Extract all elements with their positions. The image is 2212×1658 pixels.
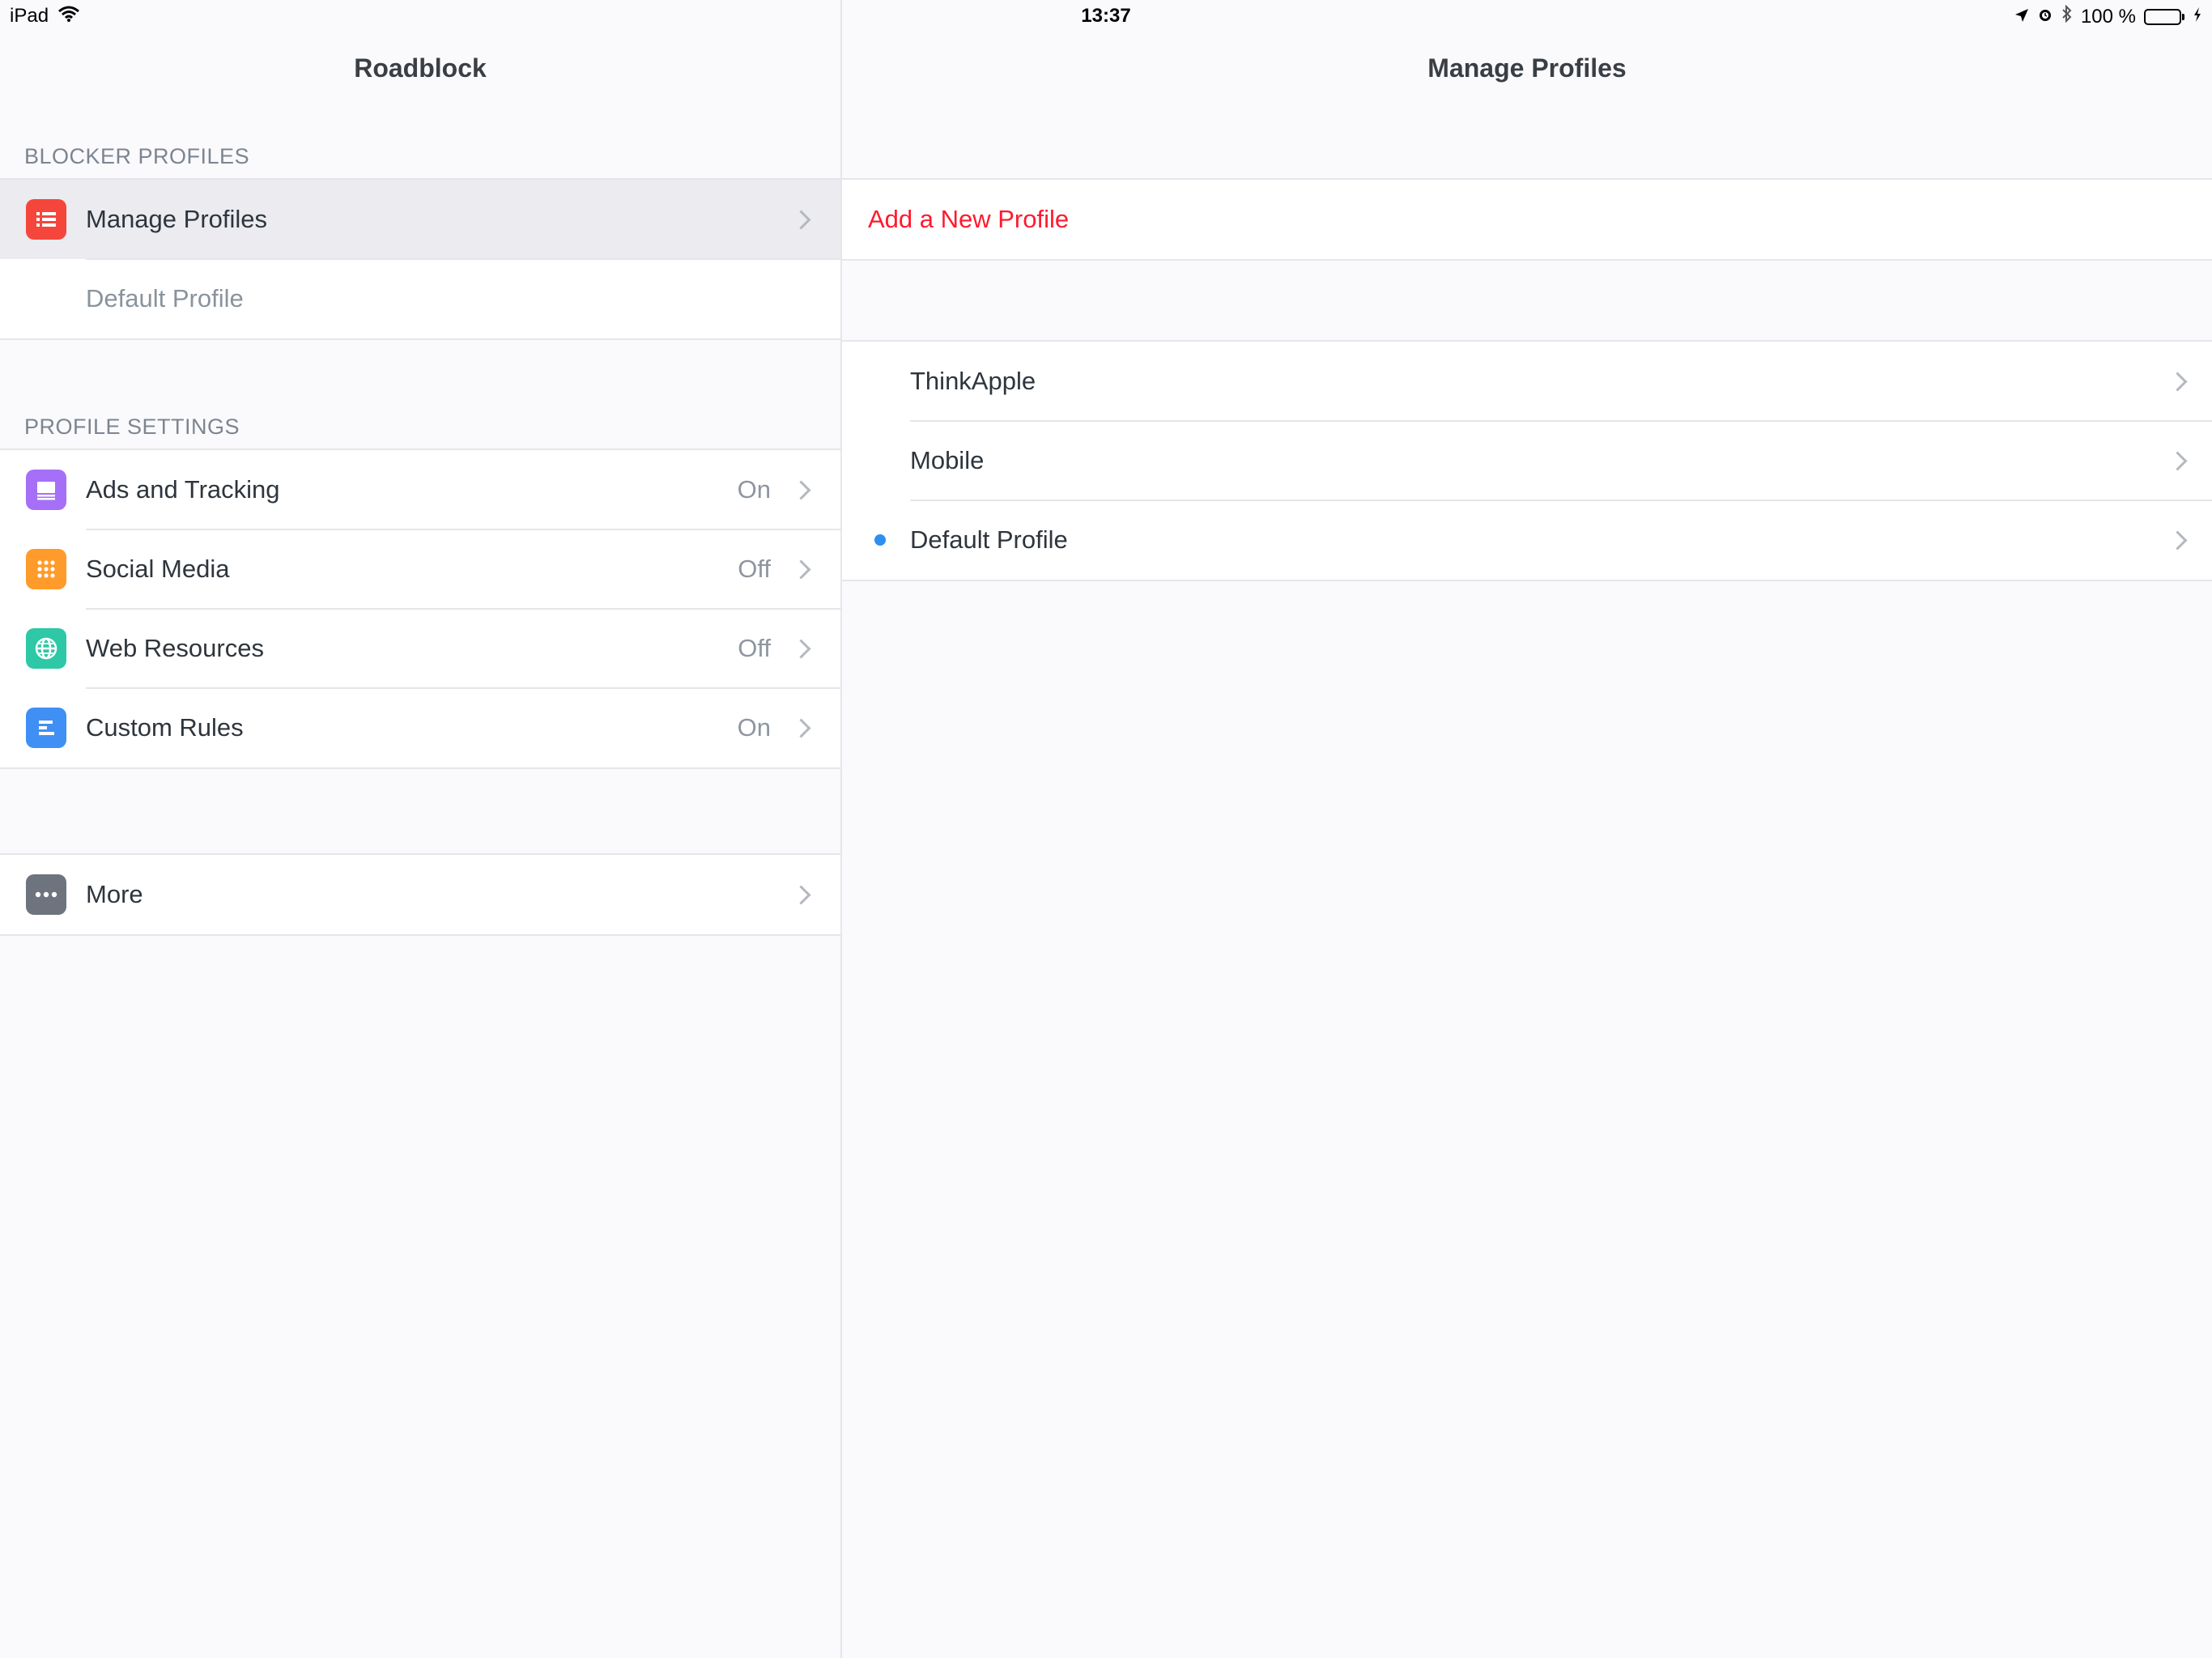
grid-icon	[26, 549, 66, 589]
chevron-right-icon	[791, 884, 811, 905]
ads-and-tracking-row[interactable]: Ads and Tracking On	[0, 450, 840, 529]
ads-icon	[26, 470, 66, 510]
detail-pane: Manage Profiles Add a New Profile ThinkA…	[842, 0, 2212, 1658]
detail-title: Manage Profiles	[1427, 53, 1627, 83]
profiles-list: ThinkApple Mobile Default Profile	[842, 340, 2212, 581]
blocker-profiles-group: Manage Profiles Default Profile	[0, 178, 840, 340]
list-icon	[26, 199, 66, 240]
profile-settings-group: Ads and Tracking On Social Media Off Web…	[0, 449, 840, 769]
ads-and-tracking-label: Ads and Tracking	[86, 475, 280, 504]
battery-percent: 100 %	[2080, 5, 2136, 28]
add-new-profile-row[interactable]: Add a New Profile	[842, 180, 2212, 259]
custom-rules-row[interactable]: Custom Rules On	[0, 687, 840, 767]
profile-row-mobile[interactable]: Mobile	[842, 420, 2212, 500]
web-resources-row[interactable]: Web Resources Off	[0, 608, 840, 688]
custom-rules-value: On	[737, 713, 771, 742]
detail-nav-bar: Manage Profiles	[842, 32, 2212, 104]
alarm-icon	[2037, 6, 2053, 28]
chevron-right-icon	[791, 559, 811, 580]
chevron-right-icon	[791, 209, 811, 230]
charging-bolt-icon	[2193, 6, 2202, 28]
master-pane: Roadblock BLOCKER PROFILES Manage Profil…	[0, 0, 840, 1658]
profile-label: Mobile	[910, 446, 985, 474]
current-profile-label: Default Profile	[86, 284, 244, 312]
location-arrow-icon	[2014, 6, 2029, 28]
add-profile-group: Add a New Profile	[842, 178, 2212, 261]
chevron-right-icon	[2167, 529, 2188, 551]
active-profile-dot-icon	[874, 534, 886, 546]
section-header-profile-settings: PROFILE SETTINGS	[24, 414, 240, 439]
section-header-blocker-profiles: BLOCKER PROFILES	[24, 144, 250, 168]
status-time: 13:37	[1081, 5, 1131, 27]
social-media-label: Social Media	[86, 555, 230, 583]
globe-icon	[26, 628, 66, 669]
web-resources-value: Off	[738, 634, 771, 662]
custom-rules-label: Custom Rules	[86, 713, 244, 742]
chevron-right-icon	[2167, 371, 2188, 392]
profile-row-thinkapple[interactable]: ThinkApple	[842, 342, 2212, 421]
profile-label: ThinkApple	[910, 367, 1036, 395]
chevron-right-icon	[2167, 450, 2188, 471]
social-media-row[interactable]: Social Media Off	[0, 529, 840, 609]
profile-label: Default Profile	[910, 525, 1068, 554]
profile-row-default[interactable]: Default Profile	[842, 500, 2212, 580]
battery-icon	[2144, 8, 2184, 25]
default-profile-row[interactable]: Default Profile	[0, 258, 840, 338]
manage-profiles-row[interactable]: Manage Profiles	[0, 180, 840, 259]
chevron-right-icon	[791, 638, 811, 659]
manage-profiles-label: Manage Profiles	[86, 205, 268, 233]
add-new-profile-button[interactable]: Add a New Profile	[868, 205, 1069, 234]
more-row[interactable]: More	[0, 855, 840, 934]
rules-icon	[26, 708, 66, 748]
chevron-right-icon	[791, 479, 811, 500]
chevron-right-icon	[791, 717, 811, 738]
more-label: More	[86, 880, 143, 908]
ellipsis-icon	[26, 874, 66, 915]
status-bar: iPad 13:37 100 %	[0, 0, 2212, 32]
social-media-value: Off	[738, 555, 771, 583]
master-nav-bar: Roadblock	[0, 32, 840, 104]
web-resources-label: Web Resources	[86, 634, 264, 662]
ads-and-tracking-value: On	[737, 475, 771, 504]
status-right: 100 %	[2014, 4, 2202, 28]
bluetooth-icon	[2061, 4, 2073, 28]
app-title: Roadblock	[354, 53, 487, 83]
more-group: More	[0, 853, 840, 936]
